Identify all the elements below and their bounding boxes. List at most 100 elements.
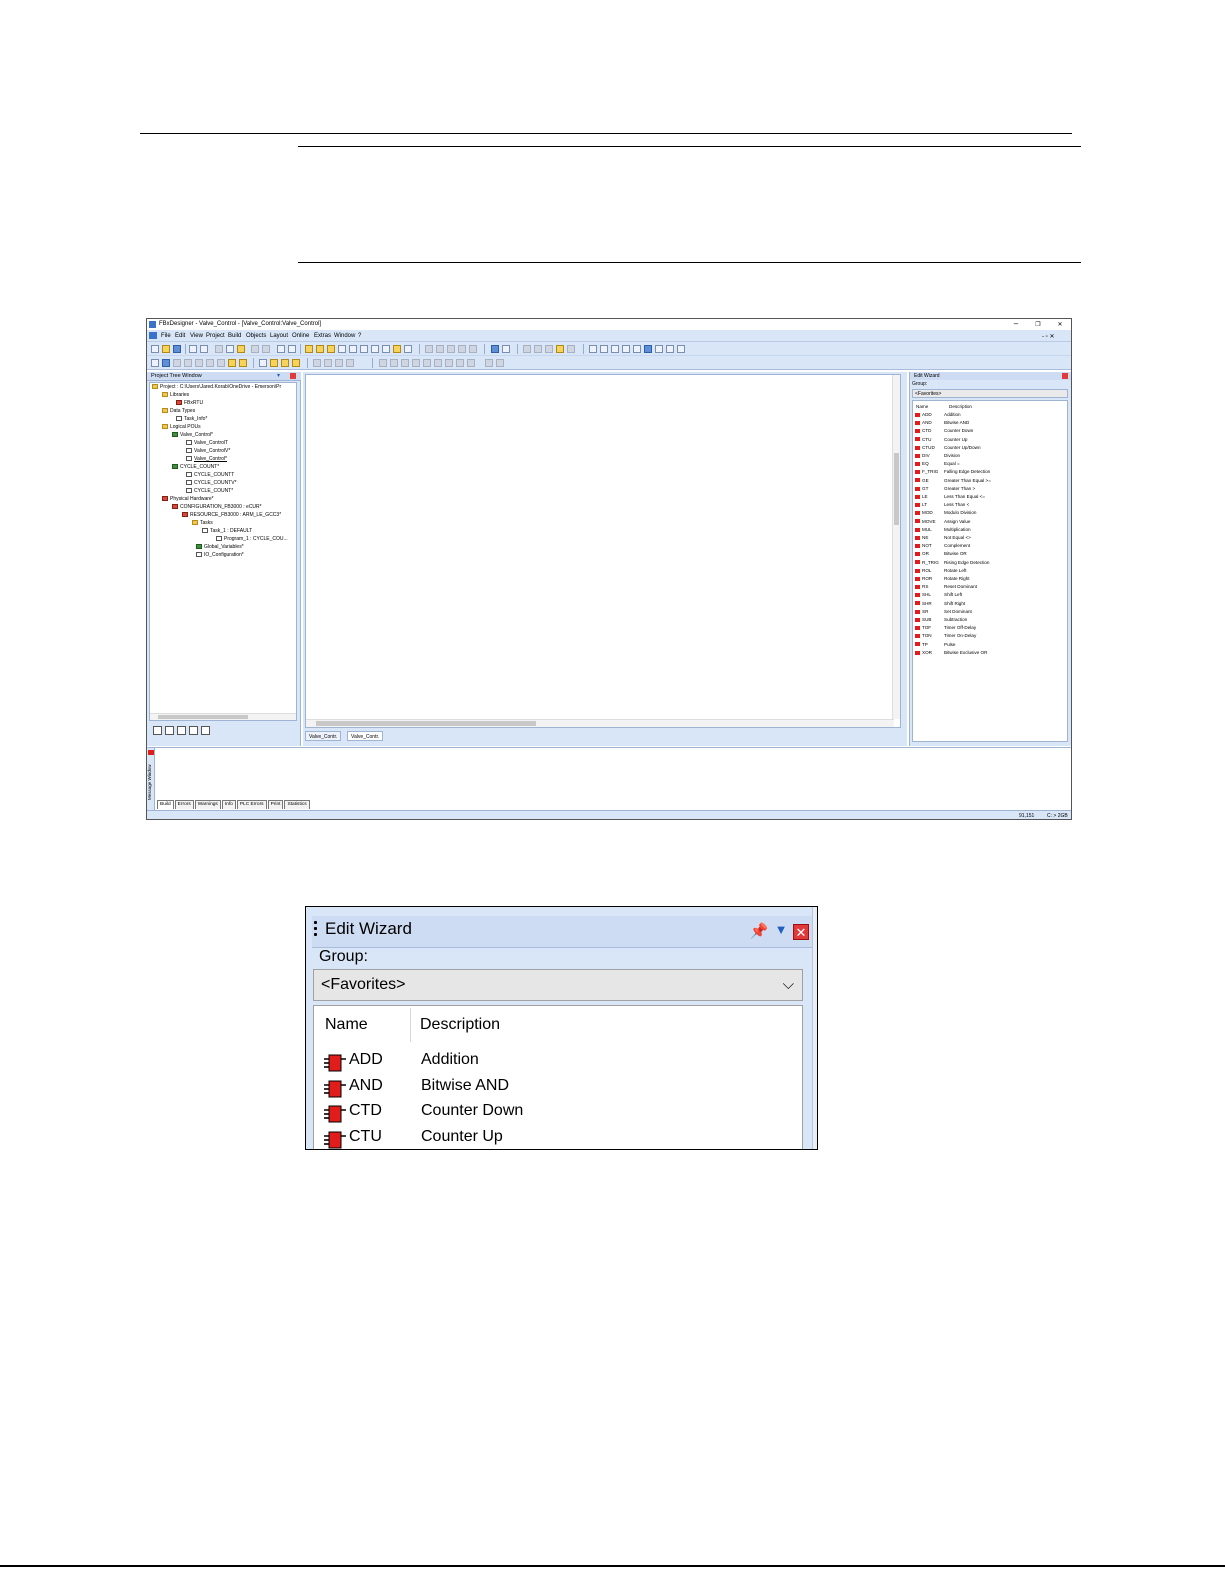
redo-icon[interactable] (262, 345, 270, 353)
tree-node-configuration[interactable]: CONFIGURATION_FB3000 : eCUR* (172, 504, 262, 511)
menu-project[interactable]: Project (206, 333, 225, 339)
copy-icon[interactable] (226, 345, 234, 353)
net-d-icon[interactable] (412, 359, 420, 367)
tree-node-project[interactable]: Project : C:\Users\Jared.Korab\OneDrive … (152, 384, 281, 391)
net-k-icon[interactable] (496, 359, 504, 367)
column-header-description[interactable]: Description (420, 1016, 500, 1034)
tree-node-fbxrtu[interactable]: FBxRTU (176, 400, 203, 407)
tool-e-icon[interactable] (633, 345, 641, 353)
tree-horizontal-scrollbar[interactable] (150, 713, 296, 720)
net-c-icon[interactable] (401, 359, 409, 367)
net-h-icon[interactable] (456, 359, 464, 367)
net-a-icon[interactable] (379, 359, 387, 367)
tree-node-program-1[interactable]: Program_1 : CYCLE_COU... (216, 536, 288, 543)
build-icon[interactable] (447, 345, 455, 353)
net-g-icon[interactable] (445, 359, 453, 367)
grid-icon[interactable] (349, 345, 357, 353)
close-icon[interactable] (148, 750, 154, 755)
group-select[interactable]: <Favorites> (912, 389, 1068, 398)
tree-node-task-1[interactable]: Task_1 : DEFAULT (202, 528, 252, 535)
block-icon[interactable] (195, 359, 203, 367)
tab-errors[interactable]: Errors (174, 800, 194, 809)
tree-node-io-configuration[interactable]: IO_Configuration* (196, 552, 244, 559)
step-2-icon[interactable] (534, 345, 542, 353)
menu-window[interactable]: Window (334, 333, 355, 339)
tool-a-icon[interactable] (589, 345, 597, 353)
new-icon[interactable] (151, 345, 159, 353)
select-icon[interactable] (162, 359, 170, 367)
tab-plc-errors[interactable]: PLC Errors (236, 800, 267, 809)
column-divider[interactable] (410, 1008, 411, 1042)
list-item[interactable]: F_TRIG Falling Edge Detection (915, 468, 990, 476)
cut-icon[interactable] (215, 345, 223, 353)
list-item[interactable]: MUL Multiplication (915, 526, 971, 534)
list-item[interactable]: ADD Addition (915, 411, 961, 419)
preview-icon[interactable] (200, 345, 208, 353)
list-item[interactable]: MOVE Assign Value (915, 518, 970, 526)
editor-tab-valve-control-1[interactable]: Valve_Contr. (305, 731, 342, 741)
menu-view[interactable]: View (190, 333, 203, 339)
window-icon[interactable] (338, 345, 346, 353)
mdi-icon[interactable] (149, 332, 157, 339)
list-item[interactable]: LE Less Than Equal <= (915, 493, 985, 501)
close-icon[interactable] (1062, 373, 1068, 379)
paste-icon[interactable] (237, 345, 245, 353)
tree-node-task-info[interactable]: Task_Info* (176, 416, 207, 423)
column-header-name[interactable]: Name (325, 1016, 368, 1034)
monitor-icon[interactable] (502, 345, 510, 353)
comment-icon[interactable] (217, 359, 225, 367)
editor-canvas[interactable] (305, 374, 901, 728)
tree-node-valve-control[interactable]: Valve_Control* (172, 432, 213, 439)
tree-node-valve-control-code[interactable]: Valve_Control* (186, 456, 227, 463)
list-item[interactable]: TON Timer On-Delay (915, 632, 976, 640)
page-a-icon[interactable] (259, 359, 267, 367)
list-item[interactable]: SHL Shift Left (915, 591, 962, 599)
list-item[interactable]: R_TRIG Rising Edge Detection (915, 559, 989, 567)
tab-statistics[interactable]: Statistics (284, 800, 310, 809)
editor-hscroll-thumb[interactable] (316, 721, 536, 726)
print-icon[interactable] (189, 345, 197, 353)
tree-node-cycle-count[interactable]: CYCLE_COUNT* (172, 464, 219, 471)
list-item[interactable]: NOT Complement (915, 542, 970, 550)
close-icon[interactable] (290, 373, 296, 379)
tree-node-cycle-count-code[interactable]: CYCLE_COUNT* (186, 488, 233, 495)
download-icon[interactable] (458, 345, 466, 353)
zoom-in-icon[interactable] (277, 345, 285, 353)
tab-build[interactable]: Build (157, 800, 174, 809)
tree-tab-hardware-icon[interactable] (177, 726, 186, 735)
list-item[interactable]: DIV Division (915, 452, 960, 460)
group-select[interactable]: <Favorites> ⌵ (313, 969, 803, 1001)
tree-node-logical-pous[interactable]: Logical POUs (162, 424, 201, 431)
tree-node-libraries[interactable]: Libraries (162, 392, 189, 399)
page-c-icon[interactable] (281, 359, 289, 367)
tool-g-icon[interactable] (655, 345, 663, 353)
pin-icon[interactable]: 📌 (748, 922, 770, 944)
list-item[interactable]: CTD Counter Down (915, 427, 973, 435)
tool-icon[interactable] (360, 345, 368, 353)
menu-edit[interactable]: Edit (175, 333, 185, 339)
net-f-icon[interactable] (434, 359, 442, 367)
open-icon[interactable] (162, 345, 170, 353)
menu-build[interactable]: Build (228, 333, 241, 339)
editor-tab-valve-control-2[interactable]: Valve_Contr. (347, 731, 384, 741)
list-item[interactable]: NE Not Equal <> (915, 534, 971, 542)
tool-h-icon[interactable] (666, 345, 674, 353)
editor-horizontal-scrollbar[interactable] (306, 719, 894, 727)
page-b-icon[interactable] (270, 359, 278, 367)
minimize-button[interactable]: – (1005, 319, 1027, 328)
editor-vscroll-thumb[interactable] (894, 453, 899, 525)
net-i-icon[interactable] (467, 359, 475, 367)
line-icon[interactable] (173, 359, 181, 367)
list-item[interactable]: RS Reset Dominant (915, 583, 977, 591)
menu-file[interactable]: File (161, 333, 171, 339)
pointer-icon[interactable] (151, 359, 159, 367)
var-icon[interactable] (206, 359, 214, 367)
zoom-out-icon[interactable] (288, 345, 296, 353)
save-icon[interactable] (173, 345, 181, 353)
tab-warnings[interactable]: Warnings (194, 800, 221, 809)
tool-f-icon[interactable] (644, 345, 652, 353)
tree-node-valve-control-v[interactable]: Valve_ControlV* (186, 448, 230, 455)
tool-b-icon[interactable] (600, 345, 608, 353)
tab-print[interactable]: Print (267, 800, 284, 809)
chevron-down-icon[interactable]: ⌵ (783, 970, 794, 1000)
